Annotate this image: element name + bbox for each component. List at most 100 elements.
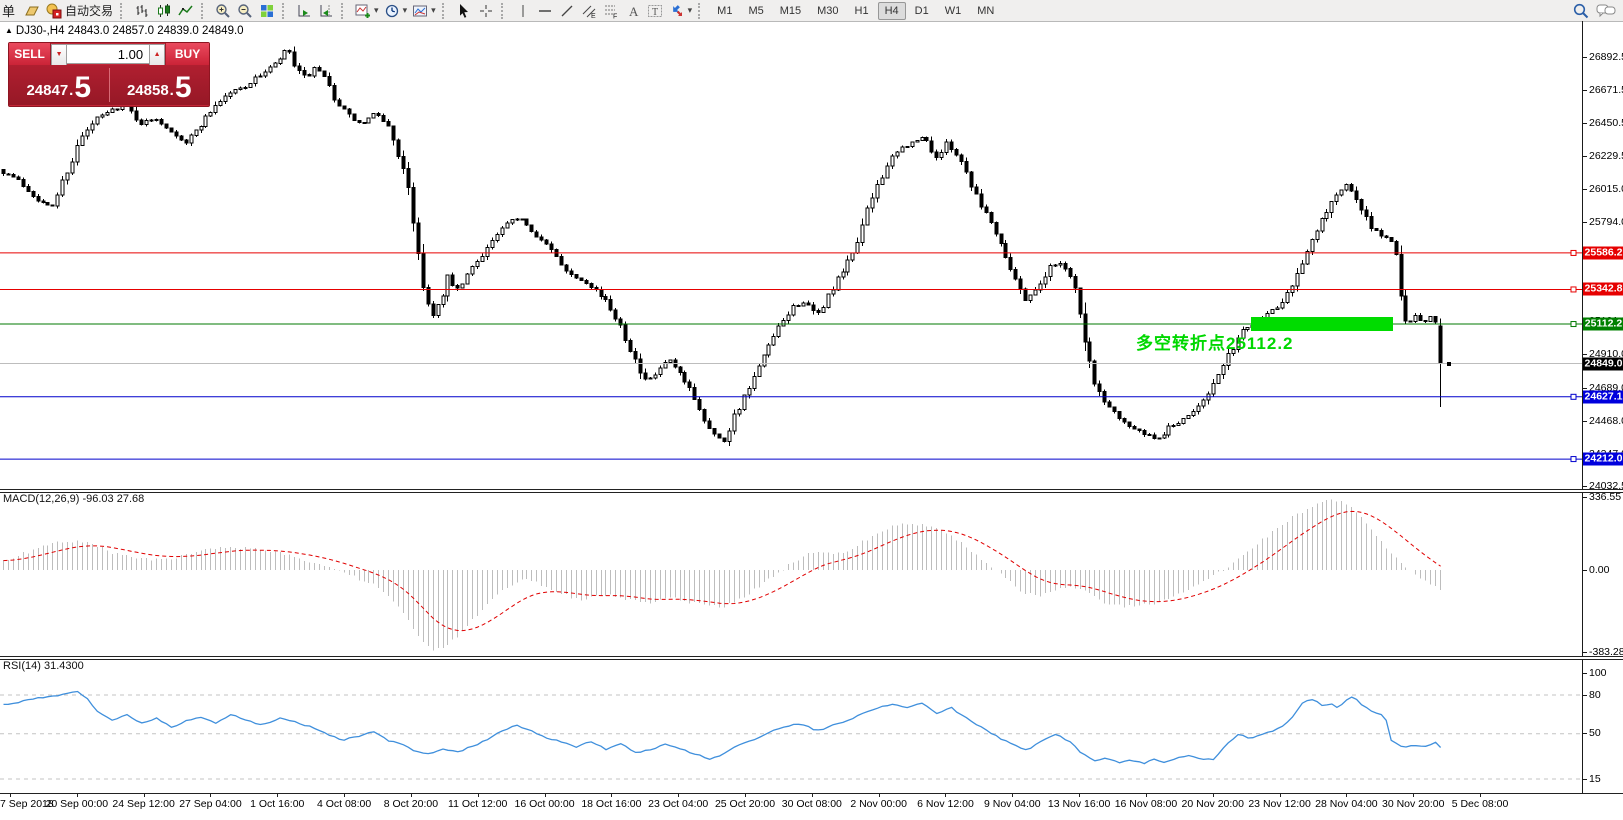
timeframe-button-m5[interactable]: M5 bbox=[741, 2, 770, 20]
toolbar-grip bbox=[120, 3, 127, 19]
price-tick bbox=[1582, 189, 1587, 190]
macd-tick bbox=[1582, 497, 1587, 498]
arrow-shapes-icon[interactable] bbox=[666, 1, 688, 21]
main-toolbar: 单 自动交易 ▾ ▾ ▾ EFAT ▾ M1M5M15M30H1H4D1W1MN bbox=[0, 0, 1623, 22]
timeframe-button-d1[interactable]: D1 bbox=[908, 2, 936, 20]
chat-icon[interactable] bbox=[1593, 1, 1619, 21]
symbol-ohlc-text: DJ30-,H4 24843.0 24857.0 24839.0 24849.0 bbox=[16, 25, 244, 37]
time-tick bbox=[1346, 793, 1347, 797]
search-icon[interactable] bbox=[1569, 1, 1593, 21]
dropdown-arrow-icon[interactable]: ▾ bbox=[688, 5, 693, 16]
candles-chart-icon[interactable] bbox=[153, 1, 175, 21]
timeframe-button-mn[interactable]: MN bbox=[970, 2, 1001, 20]
time-tick-label: 8 Oct 20:00 bbox=[384, 798, 438, 810]
time-tick bbox=[411, 793, 412, 797]
volume-input[interactable] bbox=[67, 44, 149, 64]
sell-price-big: 5 bbox=[74, 75, 91, 101]
macd-label: MACD(12,26,9) -96.03 27.68 bbox=[3, 493, 144, 505]
time-tick-label: 6 Nov 12:00 bbox=[917, 798, 974, 810]
text-icon[interactable]: A bbox=[622, 1, 644, 21]
svg-text:E: E bbox=[591, 13, 596, 19]
price-badge-24212.0: 24212.0 bbox=[1583, 453, 1623, 466]
channel-icon[interactable]: E bbox=[578, 1, 600, 21]
templates-icon[interactable] bbox=[409, 1, 431, 21]
buy-price[interactable]: 24858.5 bbox=[110, 65, 210, 105]
time-tick-label: 23 Oct 04:00 bbox=[648, 798, 708, 810]
sell-price-dot: . bbox=[69, 81, 73, 101]
chart-plot-area[interactable] bbox=[0, 21, 1582, 793]
macd-tick bbox=[1582, 570, 1587, 571]
volume-decrease-button[interactable]: ▼ bbox=[51, 44, 67, 66]
time-tick-label: 5 Dec 08:00 bbox=[1452, 798, 1509, 810]
pivot-annotation-text[interactable]: 多空转折点25112.2 bbox=[1136, 329, 1294, 354]
horizontal-line-icon[interactable] bbox=[534, 1, 556, 21]
time-tick-label: 16 Oct 00:00 bbox=[514, 798, 574, 810]
rsi-line bbox=[4, 692, 1441, 764]
indicators-icon[interactable] bbox=[352, 1, 374, 21]
buy-button[interactable]: BUY bbox=[165, 43, 209, 65]
timeframe-button-m15[interactable]: M15 bbox=[773, 2, 808, 20]
symbol-marker: ▲ bbox=[5, 26, 13, 35]
time-tick-label: 30 Nov 20:00 bbox=[1382, 798, 1444, 810]
price-tick-label: 26892.5 bbox=[1589, 51, 1623, 63]
crosshair-icon[interactable] bbox=[475, 1, 497, 21]
profile-icon[interactable] bbox=[21, 1, 43, 21]
dropdown-arrow-icon[interactable]: ▾ bbox=[431, 5, 436, 16]
time-tick bbox=[210, 793, 211, 797]
time-tick bbox=[678, 793, 679, 797]
periods-icon[interactable] bbox=[381, 1, 403, 21]
autotrading-button[interactable]: 自动交易 bbox=[43, 1, 116, 21]
sell-price-main: 24847 bbox=[26, 81, 68, 101]
timeframe-button-w1[interactable]: W1 bbox=[938, 2, 969, 20]
price-tick bbox=[1582, 156, 1587, 157]
line-chart-icon[interactable] bbox=[175, 1, 197, 21]
line-anchor-handle[interactable] bbox=[1571, 322, 1576, 327]
svg-text:T: T bbox=[652, 7, 658, 18]
timeframe-button-m1[interactable]: M1 bbox=[710, 2, 739, 20]
timeframe-button-m30[interactable]: M30 bbox=[810, 2, 845, 20]
time-tick bbox=[1146, 793, 1147, 797]
toolbar-grip bbox=[442, 3, 449, 19]
volume-increase-button[interactable]: ▲ bbox=[149, 44, 165, 66]
time-tick bbox=[1079, 793, 1080, 797]
line-anchor-handle[interactable] bbox=[1571, 250, 1576, 255]
sell-price[interactable]: 24847.5 bbox=[9, 65, 109, 105]
autotrading-icon bbox=[46, 3, 62, 19]
zoom-in-icon[interactable] bbox=[212, 1, 234, 21]
time-tick-label: 11 Oct 12:00 bbox=[448, 798, 507, 810]
time-tick-label: 9 Nov 04:00 bbox=[984, 798, 1041, 810]
bars-chart-icon[interactable] bbox=[131, 1, 153, 21]
price-tick-label: 26671.5 bbox=[1589, 84, 1623, 96]
macd-tick-label: 0.00 bbox=[1589, 564, 1609, 576]
auto-scroll-icon[interactable] bbox=[293, 1, 315, 21]
dropdown-arrow-icon[interactable]: ▾ bbox=[403, 5, 408, 16]
cursor-icon[interactable] bbox=[453, 1, 475, 21]
buy-price-big: 5 bbox=[175, 75, 192, 101]
rsi-tick-label: 80 bbox=[1589, 689, 1601, 701]
chart-shift-icon[interactable] bbox=[315, 1, 337, 21]
dropdown-arrow-icon[interactable]: ▾ bbox=[374, 5, 379, 16]
tile-windows-icon[interactable] bbox=[256, 1, 278, 21]
zoom-out-icon[interactable] bbox=[234, 1, 256, 21]
line-anchor-handle[interactable] bbox=[1571, 394, 1576, 399]
text-label-icon[interactable]: T bbox=[644, 1, 666, 21]
line-anchor-handle[interactable] bbox=[1571, 457, 1576, 462]
autotrading-label: 自动交易 bbox=[65, 2, 113, 19]
pane-separator-macd[interactable] bbox=[0, 489, 1623, 493]
new-order-label-fragment[interactable]: 单 bbox=[2, 1, 15, 20]
timeframe-button-h1[interactable]: H1 bbox=[848, 2, 876, 20]
pane-separator-rsi[interactable] bbox=[0, 656, 1623, 660]
vertical-line-icon[interactable] bbox=[512, 1, 534, 21]
rsi-tick-label: 15 bbox=[1589, 773, 1601, 785]
fibonacci-icon[interactable]: F bbox=[600, 1, 622, 21]
sell-button[interactable]: SELL bbox=[9, 43, 51, 65]
timeframe-button-h4[interactable]: H4 bbox=[878, 2, 906, 20]
time-tick bbox=[879, 793, 880, 797]
line-anchor-handle[interactable] bbox=[1571, 287, 1576, 292]
trendline-icon[interactable] bbox=[556, 1, 578, 21]
plot-group bbox=[0, 46, 1582, 779]
time-tick bbox=[1213, 793, 1214, 797]
toolbar-grip bbox=[698, 3, 705, 19]
timeframe-toolbar: M1M5M15M30H1H4D1W1MN bbox=[709, 2, 1002, 20]
time-tick bbox=[611, 793, 612, 797]
